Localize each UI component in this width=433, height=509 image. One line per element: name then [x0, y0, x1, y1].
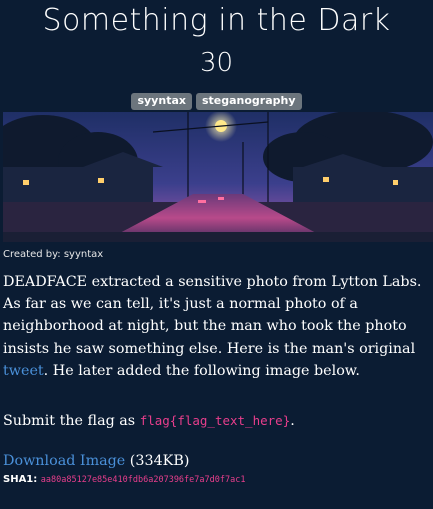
created-by: Created by: syyntax	[3, 249, 104, 260]
tag-list: syyntax steganography	[0, 93, 433, 110]
download-row: Download Image (334KB)	[3, 450, 189, 472]
download-image-link[interactable]: Download Image	[3, 453, 125, 469]
flag-format: flag{flag_text_here}	[139, 413, 291, 428]
tag-category[interactable]: steganography	[195, 93, 302, 110]
submit-prefix: Submit the flag as	[3, 413, 140, 429]
challenge-description: DEADFACE extracted a sensitive photo fro…	[3, 271, 431, 382]
tag-author[interactable]: syyntax	[131, 93, 192, 110]
sha1-value: aa80a85127e85e410fdb6a207396fe7a7d0f7ac1	[40, 475, 246, 485]
description-part-2: . He later added the following image bel…	[43, 362, 360, 379]
challenge-points: 30	[199, 48, 234, 78]
description-part-1: DEADFACE extracted a sensitive photo fro…	[3, 274, 422, 357]
challenge-title: Something in the Dark	[42, 3, 391, 38]
sha1-label: SHA1:	[3, 474, 38, 485]
sha1-row: SHA1: aa80a85127e85e410fdb6a207396fe7a7d…	[3, 474, 245, 486]
tweet-link[interactable]: tweet	[3, 363, 44, 379]
download-size: (334KB)	[125, 453, 190, 469]
flag-instructions: Submit the flag as flag{flag_text_here}.	[3, 410, 295, 432]
challenge-image	[3, 112, 433, 242]
submit-suffix: .	[290, 413, 295, 429]
challenge-page: Something in the Dark 30 syyntax stegano…	[0, 0, 433, 509]
